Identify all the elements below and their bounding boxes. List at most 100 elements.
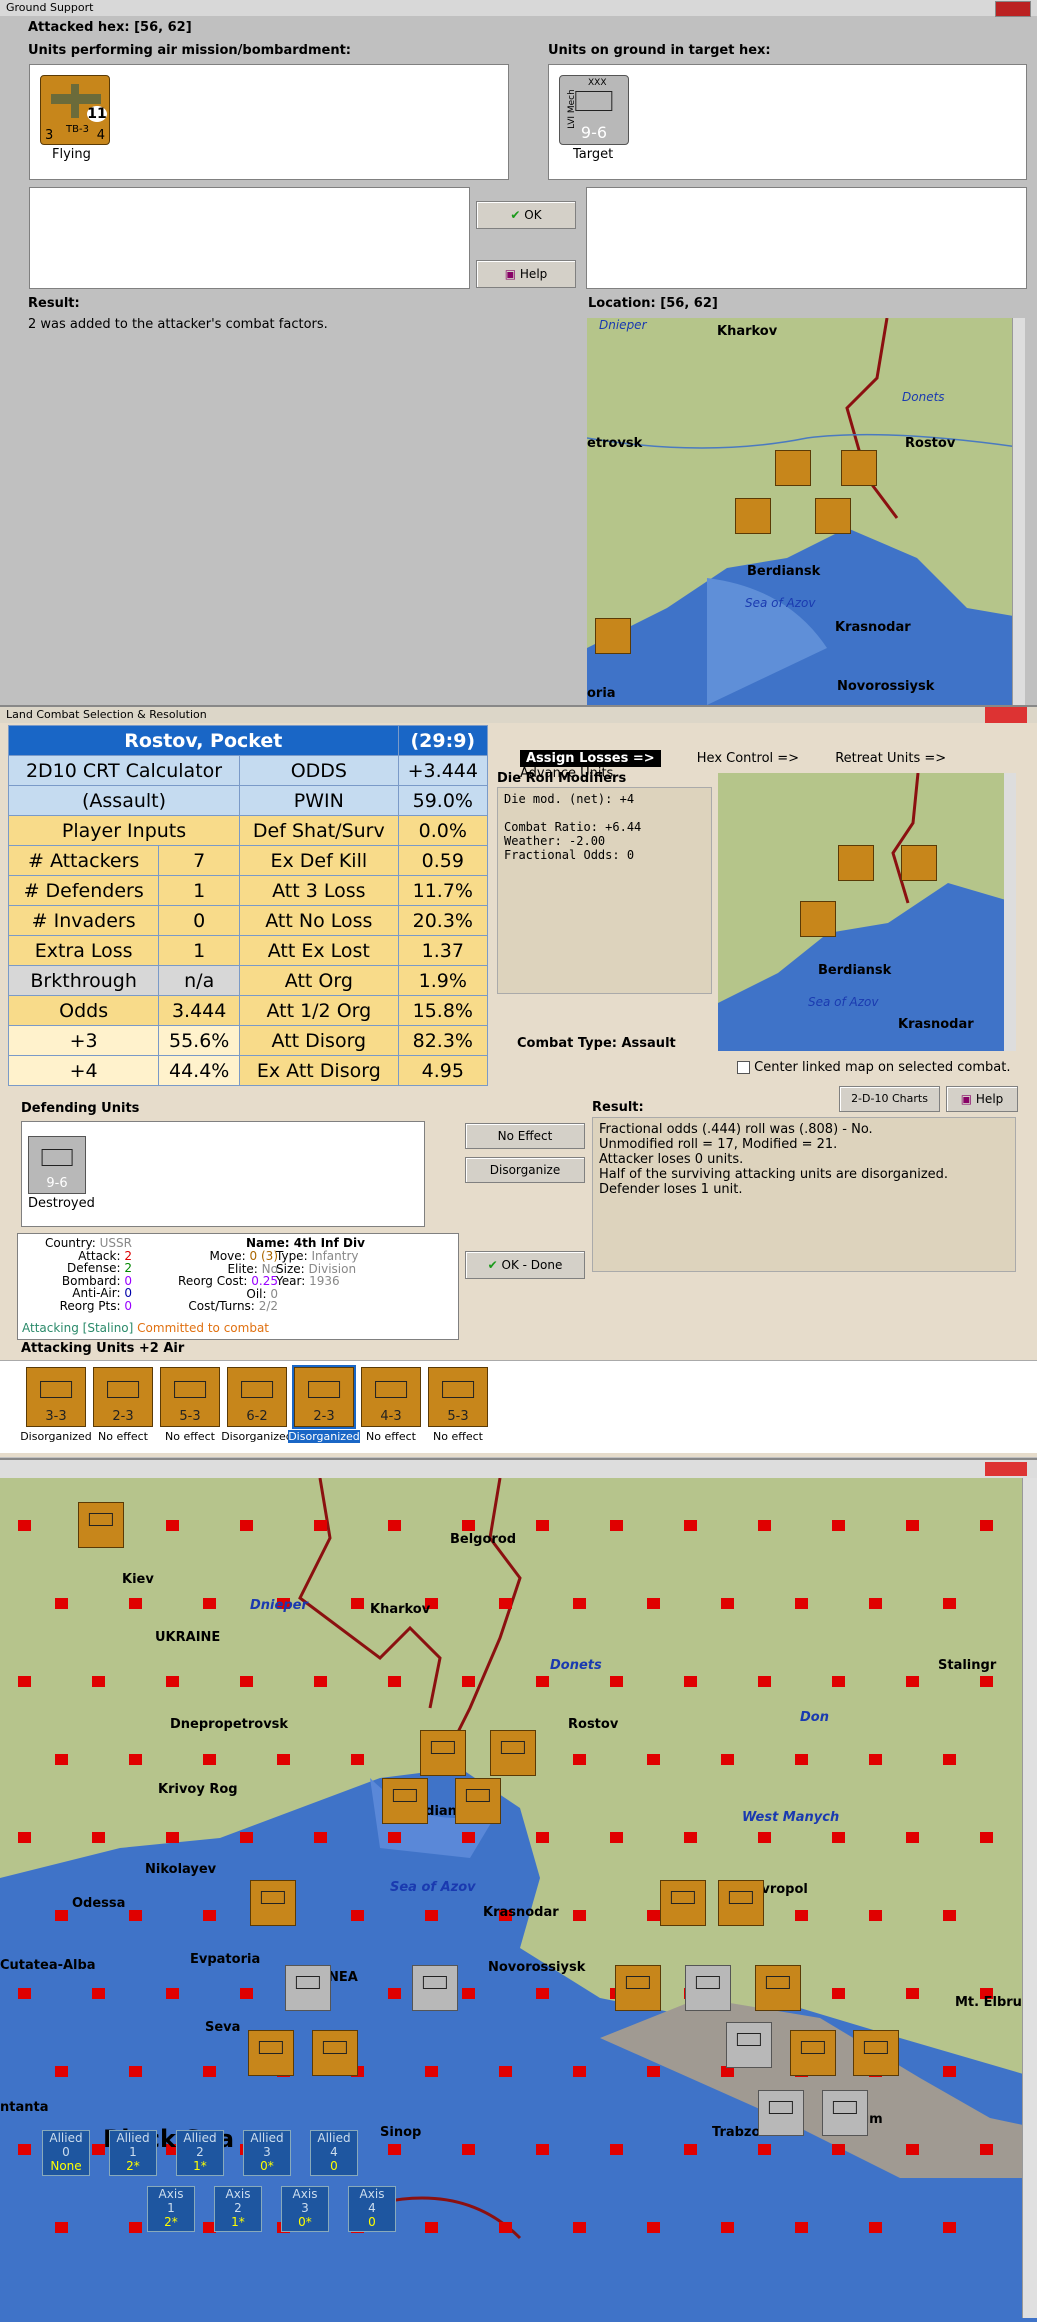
axis-box[interactable]: Axis 2 1* — [214, 2186, 262, 2232]
crt-value: 82.3% — [397, 1025, 489, 1056]
attacker-strength: 6-2 — [246, 1409, 268, 1424]
map-label: Kharkov — [370, 1602, 431, 1617]
map-unit-counter[interactable] — [718, 1880, 764, 1926]
map-unit-counter[interactable] — [312, 2030, 358, 2076]
attacker-status: No effect — [433, 1430, 483, 1443]
center-linked-checkbox[interactable]: Center linked map on selected combat. — [737, 1060, 1011, 1075]
book-icon: ▣ — [960, 1092, 973, 1106]
check-icon: ✔ — [510, 208, 521, 222]
map-counter[interactable] — [800, 901, 836, 937]
ok-button[interactable]: ✔ OK — [476, 201, 576, 229]
map-unit-counter[interactable] — [758, 2090, 804, 2136]
charts-button[interactable]: 2-D-10 Charts — [839, 1086, 940, 1112]
objective-marker — [943, 2222, 956, 2233]
result-label: Result: — [28, 296, 80, 311]
crt-input[interactable]: 1 — [158, 875, 241, 906]
objective-marker — [943, 1598, 956, 1609]
attacker-counter[interactable]: 3-3 — [26, 1367, 86, 1427]
crt-header-right: (29:9) — [397, 725, 489, 756]
attacker-counter[interactable]: 6-2 — [227, 1367, 287, 1427]
attacker-counter[interactable]: 2-3 — [93, 1367, 153, 1427]
map-close-button[interactable] — [985, 1462, 1027, 1476]
disorganize-button[interactable]: Disorganize — [465, 1157, 585, 1183]
map-unit-counter[interactable] — [490, 1730, 536, 1776]
objective-marker — [388, 1676, 401, 1687]
map-unit-counter[interactable] — [685, 1965, 731, 2011]
tab-hex-control[interactable]: Hex Control => — [697, 751, 799, 766]
map-unit-counter[interactable] — [822, 2090, 868, 2136]
defender-counter[interactable]: 9-6 — [28, 1136, 86, 1194]
ok-done-button[interactable]: ✔ OK - Done — [465, 1251, 585, 1279]
objective-marker — [980, 1520, 993, 1531]
map-unit-counter[interactable] — [248, 2030, 294, 2076]
minimap-scrollbar[interactable] — [1004, 773, 1016, 1051]
map-unit-counter[interactable] — [412, 1965, 458, 2011]
tab-assign-losses[interactable]: Assign Losses => — [520, 750, 661, 767]
allied-box[interactable]: Allied 4 0 — [310, 2130, 358, 2176]
map-unit-counter[interactable] — [382, 1778, 428, 1824]
no-effect-button[interactable]: No Effect — [465, 1123, 585, 1149]
map-counter[interactable] — [595, 618, 631, 654]
objective-marker — [647, 2066, 660, 2077]
unit-symbol-icon — [736, 2032, 762, 2046]
map-unit-counter[interactable] — [285, 1965, 331, 2011]
map-counter[interactable] — [901, 845, 937, 881]
map-unit-counter[interactable] — [420, 1730, 466, 1776]
map-unit-counter[interactable] — [250, 1880, 296, 1926]
axis-box[interactable]: Axis 4 0 — [348, 2186, 396, 2232]
crt-input[interactable]: 7 — [158, 845, 241, 876]
objective-marker — [129, 1910, 142, 1921]
map-counter[interactable] — [735, 498, 771, 534]
objective-marker — [166, 1520, 179, 1531]
objective-marker — [314, 1520, 327, 1531]
crt-value: +3.444 — [397, 755, 489, 786]
crt-input[interactable]: 0 — [158, 905, 241, 936]
map-counter[interactable] — [815, 498, 851, 534]
map-unit-counter[interactable] — [726, 2022, 772, 2068]
axis-box[interactable]: Axis 3 0* — [281, 2186, 329, 2232]
map-counter[interactable] — [838, 845, 874, 881]
attacker-counter[interactable]: 5-3 — [428, 1367, 488, 1427]
combat-help-button[interactable]: ▣ Help — [946, 1086, 1018, 1112]
attacker-counter[interactable]: 2-3 — [292, 1365, 356, 1429]
map-unit-counter[interactable] — [615, 1965, 661, 2011]
allied-box[interactable]: Allied 3 0* — [243, 2130, 291, 2176]
tab-retreat-units[interactable]: Retreat Units => — [835, 751, 946, 766]
objective-marker — [647, 1910, 660, 1921]
main-map[interactable]: Belgorod Kiev Dnieper Kharkov UKRAINE Donets S… — [0, 1458, 1037, 2322]
map-unit-counter[interactable] — [78, 1502, 124, 1548]
crt-input[interactable]: 1 — [158, 935, 241, 966]
map-label: Sea of Azov — [390, 1880, 476, 1895]
air-unit-counter[interactable]: TB-3 3 4 11 — [40, 75, 110, 145]
ground-support-minimap[interactable]: Dnieper Kharkov Donets etrovsk Rostov Be… — [587, 318, 1025, 705]
map-vertical-scrollbar[interactable] — [1022, 1478, 1037, 2318]
map-counter[interactable] — [775, 450, 811, 486]
map-unit-counter[interactable] — [455, 1778, 501, 1824]
attacker-counter[interactable]: 4-3 — [361, 1367, 421, 1427]
flag-icon — [995, 1, 1031, 17]
target-unit-counter[interactable]: XXX LVI Mech 9-6 — [559, 75, 629, 145]
attacker-status: Disorganized — [288, 1430, 360, 1443]
help-button[interactable]: ▣ Help — [476, 260, 576, 288]
map-unit-counter[interactable] — [853, 2030, 899, 2076]
map-unit-counter[interactable] — [755, 1965, 801, 2011]
map-scrollbar[interactable] — [1012, 318, 1025, 705]
map-label: Odessa — [72, 1896, 126, 1911]
combat-minimap[interactable]: Berdiansk Sea of Azov Krasnodar — [718, 773, 1016, 1051]
allied-box[interactable]: Allied 0 None — [42, 2130, 90, 2176]
map-label: ntanta — [0, 2100, 49, 2115]
axis-box[interactable]: Axis 1 2* — [147, 2186, 195, 2232]
map-counter[interactable] — [841, 450, 877, 486]
crt-label: Att No Loss — [239, 905, 399, 936]
unit-symbol-icon — [422, 1975, 448, 1989]
allied-box[interactable]: Allied 2 1* — [176, 2130, 224, 2176]
crt-input[interactable]: n/a — [158, 965, 241, 996]
allied-box[interactable]: Allied 1 2* — [109, 2130, 157, 2176]
objective-marker — [869, 1754, 882, 1765]
attacker-counter[interactable]: 5-3 — [160, 1367, 220, 1427]
map-unit-counter[interactable] — [790, 2030, 836, 2076]
map-unit-counter[interactable] — [660, 1880, 706, 1926]
land-combat-titlebar: Land Combat Selection & Resolution — [0, 707, 1037, 723]
objective-marker — [351, 1598, 364, 1609]
close-button[interactable] — [985, 707, 1027, 723]
